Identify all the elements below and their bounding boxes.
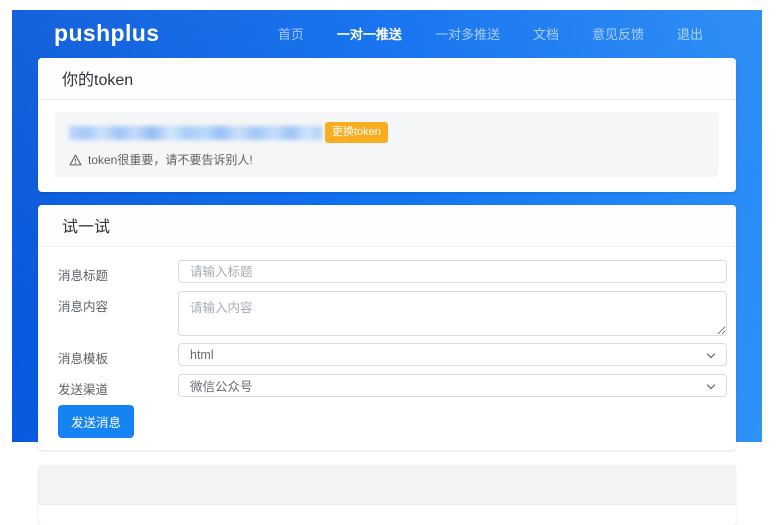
token-row: 更换token xyxy=(69,122,705,143)
message-content-label: 消息内容 xyxy=(58,291,178,315)
form-row-channel: 发送渠道 微信公众号 xyxy=(58,374,727,398)
chevron-down-icon xyxy=(707,381,715,389)
nav-item-home[interactable]: 首页 xyxy=(278,24,304,43)
try-form: 消息标题 消息内容 消息模板 html 发送渠道 xyxy=(38,247,736,450)
token-card: 你的token 更换token token很重要，请不要告诉别人! xyxy=(38,58,736,192)
next-section-header xyxy=(38,465,736,505)
token-card-body: 更换token token很重要，请不要告诉别人! xyxy=(38,100,736,192)
token-panel: 更换token token很重要，请不要告诉别人! xyxy=(55,112,719,177)
message-title-label: 消息标题 xyxy=(58,260,178,284)
send-button-row: 发送消息 xyxy=(58,405,727,444)
chevron-down-icon xyxy=(707,350,715,358)
page-content: 你的token 更换token token很重要，请不要告诉别人! xyxy=(12,58,762,525)
send-channel-value: 微信公众号 xyxy=(190,376,253,395)
nav-item-one-to-one-push[interactable]: 一对一推送 xyxy=(337,24,402,43)
send-message-button[interactable]: 发送消息 xyxy=(58,405,134,438)
message-template-label: 消息模板 xyxy=(58,343,178,367)
warning-icon xyxy=(69,154,82,166)
message-template-select[interactable]: html xyxy=(178,343,727,366)
form-row-template: 消息模板 html xyxy=(58,343,727,367)
top-navbar: pushplus 首页 一对一推送 一对多推送 文档 意见反馈 退出 xyxy=(12,10,762,57)
message-title-input[interactable] xyxy=(178,260,727,283)
nav-item-one-to-many-push[interactable]: 一对多推送 xyxy=(435,24,500,43)
message-content-textarea[interactable] xyxy=(178,291,727,336)
form-row-content: 消息内容 xyxy=(58,291,727,336)
app-background: pushplus 首页 一对一推送 一对多推送 文档 意见反馈 退出 你的tok… xyxy=(12,10,762,442)
token-warning-text: token很重要，请不要告诉别人! xyxy=(88,151,253,168)
try-card-title: 试一试 xyxy=(38,205,736,247)
change-token-button[interactable]: 更换token xyxy=(325,122,388,143)
message-template-value: html xyxy=(190,348,214,362)
send-channel-select[interactable]: 微信公众号 xyxy=(178,374,727,397)
token-card-title: 你的token xyxy=(38,58,736,100)
next-section-card xyxy=(38,465,736,525)
pushplus-logo[interactable]: pushplus xyxy=(54,20,159,47)
form-row-title: 消息标题 xyxy=(58,260,727,284)
nav-item-feedback[interactable]: 意见反馈 xyxy=(592,24,644,43)
token-value-redacted xyxy=(69,126,322,140)
nav-item-logout[interactable]: 退出 xyxy=(677,24,703,43)
nav-menu: 首页 一对一推送 一对多推送 文档 意见反馈 退出 xyxy=(278,24,703,43)
nav-item-docs[interactable]: 文档 xyxy=(533,24,559,43)
send-channel-label: 发送渠道 xyxy=(58,374,178,398)
try-card: 试一试 消息标题 消息内容 消息模板 html xyxy=(38,205,736,450)
token-warning: token很重要，请不要告诉别人! xyxy=(69,151,705,168)
